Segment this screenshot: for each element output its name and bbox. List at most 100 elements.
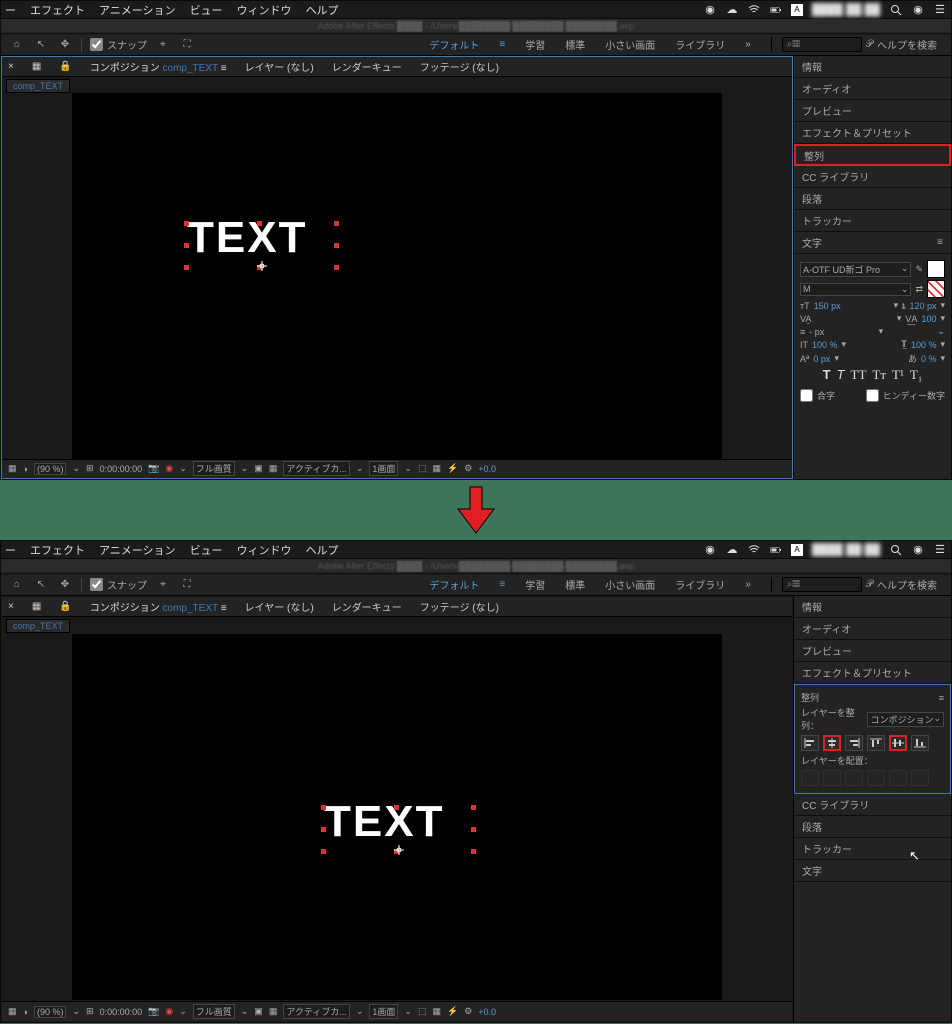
- panel-cclib[interactable]: CC ライブラリ: [794, 166, 951, 188]
- font-weight-dropdown[interactable]: M⌄: [800, 283, 911, 296]
- panel-grip-icon[interactable]: ▦: [32, 601, 41, 612]
- tab-renderqueue[interactable]: レンダーキュー: [332, 599, 402, 614]
- search-input[interactable]: ヘルプを検索: [877, 37, 937, 52]
- menu-item[interactable]: エフェクト: [30, 542, 85, 558]
- workspace-tab[interactable]: ライブラリ: [675, 577, 725, 592]
- menu-item[interactable]: アニメーション: [99, 2, 176, 18]
- siri-icon[interactable]: ◉: [911, 3, 925, 17]
- channels-icon[interactable]: ◉: [165, 463, 173, 474]
- siri-icon[interactable]: ◉: [911, 543, 925, 557]
- workspace-menu-icon[interactable]: ≡: [499, 39, 505, 50]
- panel-paragraph[interactable]: 段落: [794, 188, 951, 210]
- comp-name-tab[interactable]: comp_TEXT: [6, 79, 70, 93]
- menu-item[interactable]: ー: [5, 2, 16, 18]
- fill-swatch[interactable]: [927, 260, 945, 278]
- panel-preview[interactable]: プレビュー: [794, 100, 951, 122]
- align-vcenter-button[interactable]: [889, 735, 907, 751]
- exposure[interactable]: +0.0: [478, 464, 496, 474]
- panel-effects[interactable]: エフェクト＆プリセット: [794, 122, 951, 144]
- grid-icon[interactable]: ▦: [8, 1006, 17, 1017]
- hand-tool-icon[interactable]: ✥: [57, 577, 73, 593]
- snap-bounds-icon[interactable]: ⛶: [179, 577, 195, 593]
- hindi-checkbox[interactable]: [866, 389, 879, 402]
- grid-icon[interactable]: ▦: [8, 463, 17, 474]
- home-icon[interactable]: ⌂: [9, 37, 25, 53]
- exposure[interactable]: +0.0: [478, 1007, 496, 1017]
- workspace-tab[interactable]: 小さい画面: [605, 37, 655, 52]
- comp-name-tab[interactable]: comp_TEXT: [6, 619, 70, 633]
- panel-tracker[interactable]: トラッカー: [794, 210, 951, 232]
- menu-item[interactable]: エフェクト: [30, 2, 85, 18]
- align-target-dropdown[interactable]: コンポジション ⌄: [867, 712, 944, 727]
- snap-option-icon[interactable]: ⌖: [155, 577, 171, 593]
- menubar[interactable]: ー エフェクト アニメーション ビュー ウィンドウ ヘルプ ◉ ☁ A ████…: [1, 541, 951, 559]
- font-family-dropdown[interactable]: A-OTF UD新ゴ Pro⌄: [800, 262, 911, 277]
- transparency-icon[interactable]: ▦: [269, 463, 278, 474]
- menu-item[interactable]: ヘルプ: [306, 2, 339, 18]
- stroke-swatch[interactable]: [927, 280, 945, 298]
- panel-cclib[interactable]: CC ライブラリ: [794, 794, 951, 816]
- panel-audio[interactable]: オーディオ: [794, 78, 951, 100]
- roi-icon[interactable]: ▣: [254, 463, 263, 474]
- menu-item[interactable]: ー: [5, 542, 16, 558]
- subscript-button[interactable]: T₁: [910, 367, 922, 383]
- superscript-button[interactable]: T¹: [892, 367, 904, 383]
- close-icon[interactable]: ×: [8, 601, 14, 612]
- hamburger-icon[interactable]: ≡: [937, 237, 943, 248]
- menu-item[interactable]: ヘルプ: [306, 542, 339, 558]
- menu-item[interactable]: ビュー: [190, 2, 223, 18]
- panel-align[interactable]: 整列: [794, 144, 951, 166]
- resolution-icon[interactable]: ⊞: [86, 1006, 94, 1017]
- zoom-dropdown[interactable]: (90 %): [34, 463, 67, 475]
- italic-button[interactable]: T: [837, 367, 845, 383]
- resolution-dropdown[interactable]: フル画質: [193, 461, 235, 476]
- camera-dropdown[interactable]: アクティブカ...: [283, 461, 350, 476]
- panel-info[interactable]: 情報: [794, 56, 951, 78]
- panel-audio[interactable]: オーディオ: [794, 618, 951, 640]
- menu-icon[interactable]: ☰: [933, 3, 947, 17]
- timecode[interactable]: 0:00:00:00: [100, 464, 143, 474]
- hand-tool-icon[interactable]: ✥: [57, 37, 73, 53]
- tab-layer[interactable]: レイヤー (なし): [245, 59, 314, 74]
- zoom-dropdown[interactable]: (90 %): [34, 1006, 67, 1018]
- view-dropdown[interactable]: 1画面: [369, 461, 398, 476]
- search-tools-icon[interactable]: ⌕▦: [782, 577, 862, 592]
- workspace-tab[interactable]: デフォルト: [429, 37, 479, 52]
- selection-tool-icon[interactable]: ↖: [33, 577, 49, 593]
- snap-checkbox[interactable]: スナップ: [90, 577, 147, 592]
- snapshot-icon[interactable]: 📷: [148, 1006, 159, 1017]
- close-icon[interactable]: ×: [8, 61, 14, 72]
- workspace-menu-icon[interactable]: ≡: [499, 579, 505, 590]
- align-left-button[interactable]: [801, 735, 819, 751]
- panel-tracker[interactable]: トラッカー: [794, 838, 951, 860]
- mask-icon[interactable]: ◑: [23, 1007, 28, 1017]
- panel-effects[interactable]: エフェクト＆プリセット: [794, 662, 951, 684]
- smallcaps-button[interactable]: Tᴛ: [872, 367, 886, 383]
- search-icon[interactable]: [889, 3, 903, 17]
- selection-tool-icon[interactable]: ↖: [33, 37, 49, 53]
- tab-footage[interactable]: フッテージ (なし): [420, 599, 499, 614]
- workspace-tab[interactable]: ライブラリ: [675, 37, 725, 52]
- panel-info[interactable]: 情報: [794, 596, 951, 618]
- menu-item[interactable]: ウィンドウ: [237, 542, 292, 558]
- canvas[interactable]: TEXT: [72, 634, 722, 1000]
- 3d-icon[interactable]: ⬚: [418, 1006, 427, 1017]
- ligature-checkbox[interactable]: [800, 389, 813, 402]
- menu-item[interactable]: ビュー: [190, 542, 223, 558]
- snap-option-icon[interactable]: ⌖: [155, 37, 171, 53]
- bold-button[interactable]: T: [823, 367, 831, 383]
- 3d-icon[interactable]: ⬚: [418, 463, 427, 474]
- align-right-button[interactable]: [845, 735, 863, 751]
- roi-icon[interactable]: ▣: [254, 1006, 263, 1017]
- snapshot-icon[interactable]: 📷: [148, 463, 159, 474]
- allcaps-button[interactable]: TT: [851, 367, 867, 383]
- text-layer[interactable]: TEXT: [187, 213, 307, 263]
- panel-character[interactable]: 文字≡: [794, 232, 951, 254]
- snap-checkbox[interactable]: スナップ: [90, 37, 147, 52]
- panel-preview[interactable]: プレビュー: [794, 640, 951, 662]
- timecode[interactable]: 0:00:00:00: [100, 1007, 143, 1017]
- mask-icon[interactable]: ◑: [23, 464, 28, 474]
- tab-layer[interactable]: レイヤー (なし): [245, 599, 314, 614]
- panel-character[interactable]: 文字: [794, 860, 951, 882]
- menu-item[interactable]: アニメーション: [99, 542, 176, 558]
